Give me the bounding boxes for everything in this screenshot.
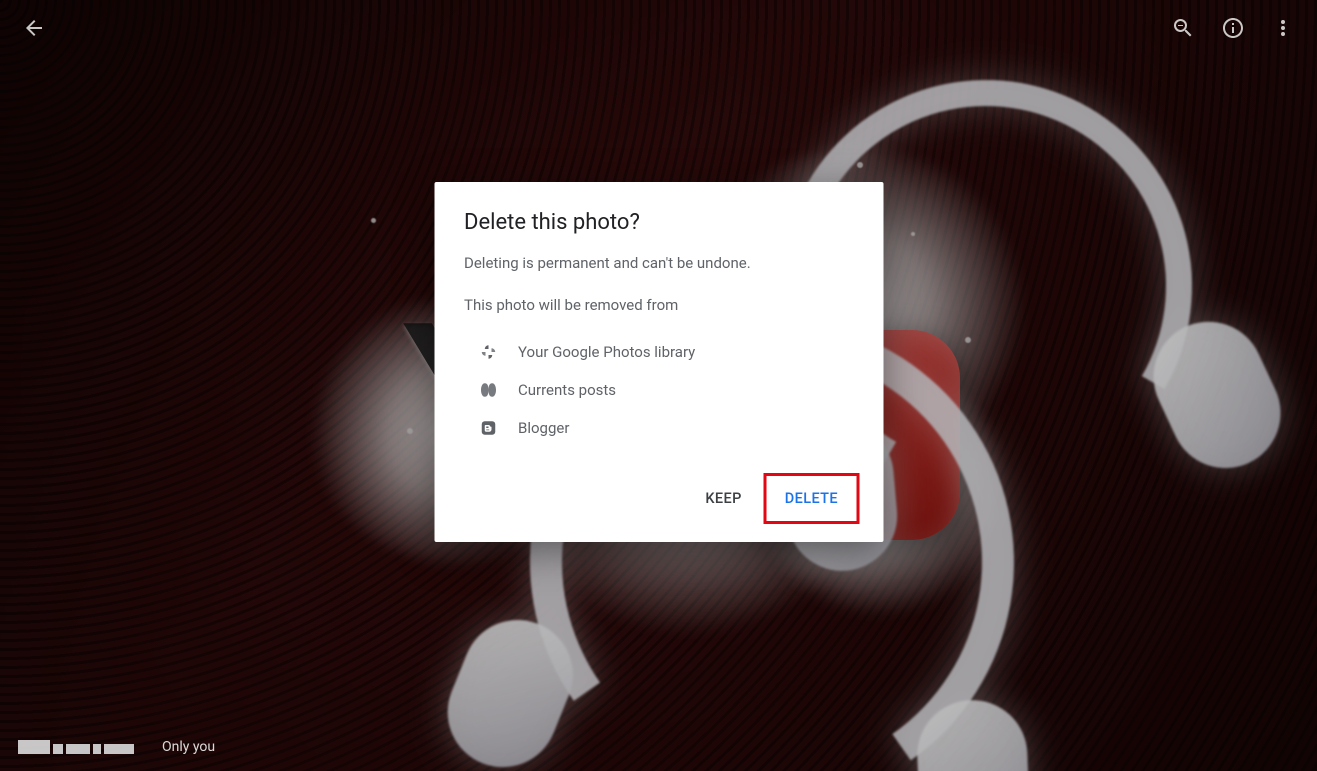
- zoom-button[interactable]: [1163, 8, 1203, 48]
- currents-icon: [478, 380, 498, 400]
- more-options-button[interactable]: [1263, 8, 1303, 48]
- dialog-actions: KEEP DELETE: [464, 473, 859, 530]
- dialog-removal-list: Your Google Photos library Currents post…: [464, 333, 859, 447]
- arrow-left-icon: [22, 16, 46, 40]
- blogger-icon: [478, 418, 498, 438]
- list-item: Currents posts: [464, 371, 859, 409]
- visibility-label: Only you: [162, 739, 215, 755]
- list-item: Your Google Photos library: [464, 333, 859, 371]
- delete-photo-dialog: Delete this photo? Deleting is permanent…: [434, 182, 883, 542]
- zoom-out-icon: [1171, 16, 1195, 40]
- owner-name-redacted: [18, 740, 148, 754]
- delete-button[interactable]: DELETE: [769, 480, 854, 517]
- dialog-removed-from-intro: This photo will be removed from: [464, 295, 859, 317]
- viewer-topbar: [0, 0, 1317, 56]
- keep-button[interactable]: KEEP: [689, 473, 757, 524]
- list-item-label: Blogger: [518, 419, 569, 437]
- more-vert-icon: [1271, 16, 1295, 40]
- info-icon: [1221, 16, 1245, 40]
- back-button[interactable]: [14, 8, 54, 48]
- viewer-footer: Only you: [0, 723, 233, 771]
- dialog-warning-text: Deleting is permanent and can't be undon…: [464, 253, 859, 275]
- dialog-title: Delete this photo?: [464, 210, 859, 235]
- info-button[interactable]: [1213, 8, 1253, 48]
- annotation-highlight: DELETE: [764, 473, 859, 524]
- list-item-label: Your Google Photos library: [518, 343, 695, 361]
- list-item-label: Currents posts: [518, 381, 616, 399]
- list-item: Blogger: [464, 409, 859, 447]
- photo-viewer: Y: [0, 0, 1317, 771]
- google-photos-icon: [478, 342, 498, 362]
